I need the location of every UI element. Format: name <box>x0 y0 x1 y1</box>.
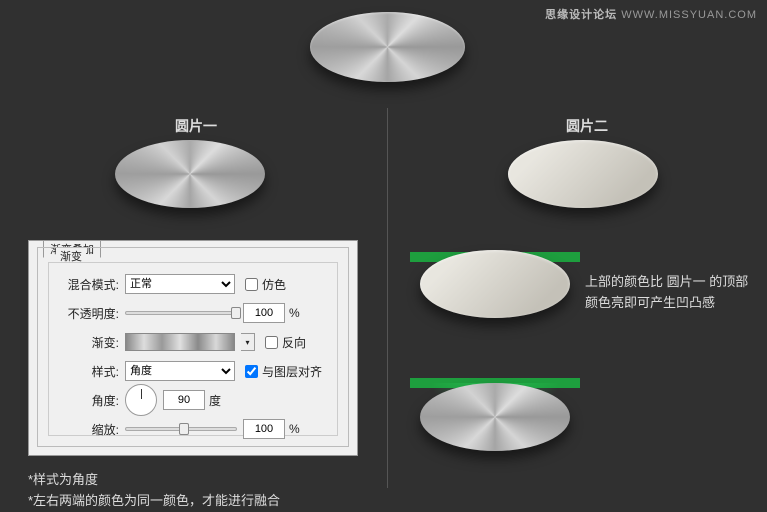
top-disc-preview <box>310 12 465 82</box>
style-select[interactable]: 角度 <box>125 361 235 381</box>
row-blend-mode: 混合模式: 正常 仿色 <box>57 273 329 295</box>
align-label: 与图层对齐 <box>262 363 322 380</box>
blend-mode-label: 混合模式: <box>57 276 119 293</box>
opacity-thumb[interactable] <box>231 307 241 319</box>
row-gradient: 渐变: ▾ 反向 <box>57 331 329 353</box>
reverse-label: 反向 <box>282 334 306 351</box>
desc-line-1: 上部的颜色比 圆片一 的顶部 <box>585 272 748 293</box>
footnotes: *样式为角度 *左右两端的颜色为同一颜色，才能进行融合 <box>28 470 280 512</box>
row-style: 样式: 角度 与图层对齐 <box>57 360 329 382</box>
gradient-label: 渐变: <box>57 334 119 351</box>
footnote-1: *样式为角度 <box>28 470 280 491</box>
watermark-en: WWW.MISSYUAN.COM <box>621 9 757 21</box>
angle-label: 角度: <box>57 392 119 409</box>
scale-thumb[interactable] <box>179 423 189 435</box>
description-text: 上部的颜色比 圆片一 的顶部 颜色亮即可产生凹凸感 <box>585 272 748 314</box>
angle-unit: 度 <box>209 392 221 409</box>
blend-mode-select[interactable]: 正常 <box>125 274 235 294</box>
disc-2-variant-a <box>420 250 570 318</box>
gradient-dropdown-icon[interactable]: ▾ <box>241 333 255 351</box>
dither-label: 仿色 <box>262 276 286 293</box>
reverse-checkbox[interactable] <box>265 336 278 349</box>
opacity-unit: % <box>289 306 300 320</box>
opacity-label: 不透明度: <box>57 305 119 322</box>
desc-line-2: 颜色亮即可产生凹凸感 <box>585 293 748 314</box>
angle-input[interactable] <box>163 390 205 410</box>
gradient-preview[interactable] <box>125 333 235 351</box>
angle-dial[interactable] <box>125 384 157 416</box>
row-scale: 缩放: % <box>57 418 329 440</box>
disc-2-preview <box>508 140 658 208</box>
footnote-2: *左右两端的颜色为同一颜色，才能进行融合 <box>28 491 280 512</box>
vertical-divider <box>387 108 388 488</box>
disc-1-preview <box>115 140 265 208</box>
disc-2-variant-b <box>420 383 570 451</box>
dither-checkbox[interactable] <box>245 278 258 291</box>
opacity-input[interactable] <box>243 303 285 323</box>
dialog-outer-box: 渐变 混合模式: 正常 仿色 不透明度: % 渐变: ▾ 反向 <box>37 247 349 447</box>
align-checkbox[interactable] <box>245 365 258 378</box>
row-opacity: 不透明度: % <box>57 302 329 324</box>
style-label: 样式: <box>57 363 119 380</box>
scale-unit: % <box>289 422 300 436</box>
label-disc-2: 圆片二 <box>566 116 608 136</box>
dialog-inner-box: 混合模式: 正常 仿色 不透明度: % 渐变: ▾ 反向 样式: 角度 <box>48 262 338 436</box>
row-angle: 角度: 度 <box>57 389 329 411</box>
watermark: 思缘设计论坛 WWW.MISSYUAN.COM <box>545 6 757 22</box>
gradient-overlay-dialog: 渐变叠加 渐变 混合模式: 正常 仿色 不透明度: % 渐变: ▾ 反向 <box>28 240 358 456</box>
label-disc-1: 圆片一 <box>175 116 217 136</box>
scale-input[interactable] <box>243 419 285 439</box>
scale-slider[interactable] <box>125 427 237 431</box>
opacity-slider[interactable] <box>125 311 237 315</box>
scale-label: 缩放: <box>57 421 119 438</box>
watermark-cn: 思缘设计论坛 <box>545 9 617 21</box>
